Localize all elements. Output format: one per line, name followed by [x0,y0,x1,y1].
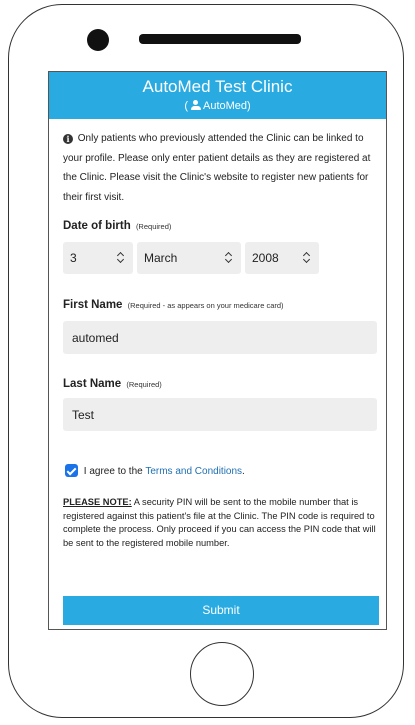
last-name-label: Last Name (Required) [63,378,162,390]
dob-month-select[interactable]: March [137,242,241,274]
terms-checkbox[interactable] [65,464,78,477]
phone-frame: AutoMed Test Clinic ( AutoMed) i Only pat… [8,4,404,718]
speaker-grille [139,34,301,44]
phone-screen: AutoMed Test Clinic ( AutoMed) i Only pat… [48,71,387,630]
app-header: AutoMed Test Clinic ( AutoMed) [49,72,386,119]
subtitle-open-paren: ( [184,100,188,112]
subtitle-username: AutoMed [202,100,248,112]
dob-label-text: Date of birth [63,220,131,232]
dob-label: Date of birth (Required) [63,220,171,232]
chevron-up-down-icon [303,251,311,264]
dob-day-value: 3 [70,251,77,265]
first-name-label-text: First Name [63,299,123,311]
terms-text: I agree to the [83,466,143,477]
dob-day-select[interactable]: 3 [63,242,133,274]
first-name-required-hint: (Required - as appears on your medicare … [127,301,284,310]
last-name-required-hint: (Required) [126,380,162,389]
first-name-field[interactable]: automed [63,321,377,354]
info-text: Only patients who previously attended th… [63,133,371,203]
info-circle-icon: i [63,134,73,144]
last-name-field[interactable]: Test [63,398,377,431]
dob-year-value: 2008 [252,251,279,265]
note-heading: PLEASE NOTE: [63,497,132,507]
camera-icon [87,29,109,51]
info-message: i Only patients who previously attended … [63,129,379,207]
terms-link[interactable]: Terms and Conditions [145,466,242,477]
chevron-up-down-icon [117,251,125,264]
dob-year-select[interactable]: 2008 [245,242,319,274]
terms-agreement: I agree to the Terms and Conditions. [65,464,245,479]
user-icon [190,100,201,110]
subtitle-close-paren: ) [247,100,251,112]
first-name-label: First Name (Required - as appears on you… [63,299,284,311]
clinic-title: AutoMed Test Clinic [142,77,293,96]
home-button[interactable] [190,642,254,706]
security-note: PLEASE NOTE: A security PIN will be sent… [63,496,381,550]
dob-required-hint: (Required) [135,222,172,231]
terms-end: . [242,466,245,477]
dob-month-value: March [144,251,178,265]
submit-button[interactable]: Submit [63,596,379,625]
user-subtitle: ( AutoMed) [49,99,386,113]
chevron-up-down-icon [225,251,233,264]
last-name-label-text: Last Name [63,378,122,390]
